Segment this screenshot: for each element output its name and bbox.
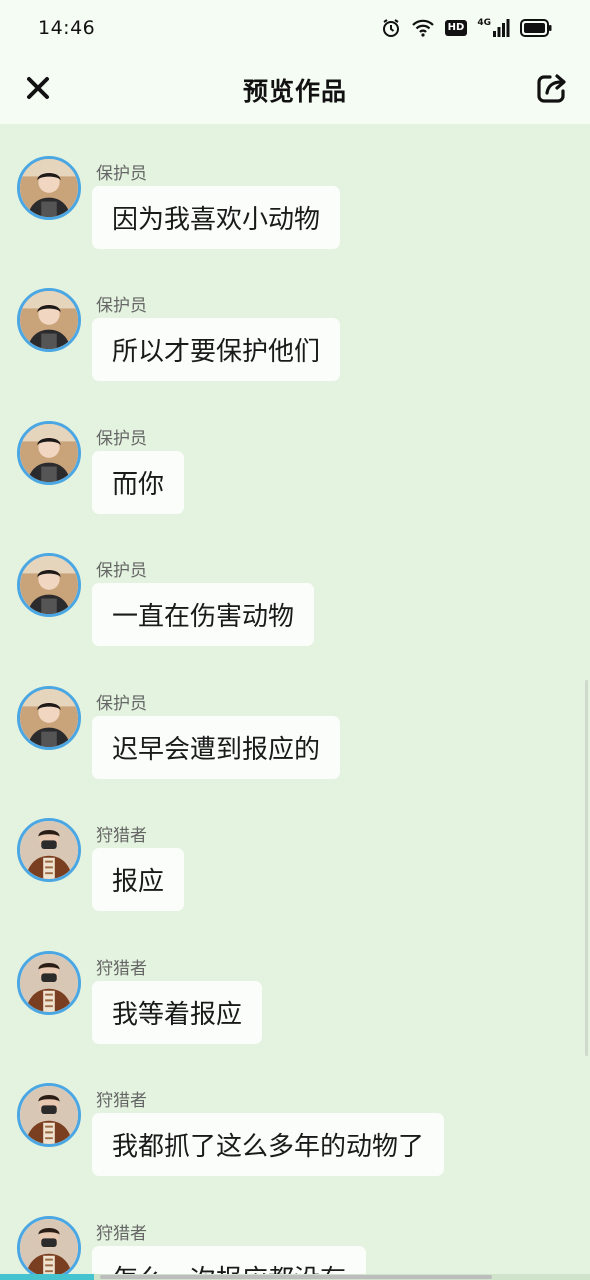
close-button[interactable] — [18, 70, 58, 110]
message-item: 狩猎者 报应 — [0, 818, 590, 938]
chat-list[interactable]: 保护员 因为我喜欢小动物 保护员 所以才要保护他们 保护员 而你 保护员 一直在… — [0, 124, 590, 1280]
message-item: 狩猎者 我都抓了这么多年的动物了 — [0, 1083, 590, 1203]
message-bubble[interactable]: 而你 — [92, 451, 185, 514]
top-bar: 预览作品 — [0, 56, 590, 124]
playback-progress — [0, 1274, 95, 1280]
wifi-icon — [411, 18, 435, 38]
message-item: 保护员 迟早会遭到报应的 — [0, 686, 590, 806]
guardian-avatar — [17, 553, 81, 617]
sender-name: 保护员 — [96, 429, 147, 449]
sender-name: 狩猎者 — [96, 959, 147, 979]
close-icon — [25, 75, 51, 105]
sender-name: 狩猎者 — [96, 1091, 147, 1111]
message-item: 保护员 因为我喜欢小动物 — [0, 156, 590, 276]
guardian-avatar — [17, 156, 81, 220]
status-time: 14:46 — [38, 17, 96, 39]
sender-name: 保护员 — [96, 164, 147, 184]
message-bubble[interactable]: 因为我喜欢小动物 — [92, 186, 341, 249]
message-item: 狩猎者 怎么一次报应都没有 — [0, 1216, 590, 1280]
sender-name: 狩猎者 — [96, 826, 147, 846]
hunter-avatar — [17, 818, 81, 882]
message-bubble[interactable]: 迟早会遭到报应的 — [92, 716, 341, 779]
status-icons: HD 4G — [381, 18, 552, 38]
hunter-avatar — [17, 1216, 81, 1280]
sender-name: 保护员 — [96, 561, 147, 581]
message-item: 保护员 一直在伤害动物 — [0, 553, 590, 673]
hd-badge: HD — [444, 20, 468, 36]
home-indicator[interactable] — [100, 1275, 492, 1279]
alarm-icon — [381, 18, 401, 38]
message-bubble[interactable]: 所以才要保护他们 — [92, 318, 341, 381]
sender-name: 保护员 — [96, 694, 147, 714]
message-bubble[interactable]: 我等着报应 — [92, 981, 263, 1044]
hunter-avatar — [17, 951, 81, 1015]
message-bubble[interactable]: 报应 — [92, 848, 185, 911]
guardian-avatar — [17, 686, 81, 750]
vertical-scrollbar[interactable] — [585, 680, 588, 1056]
message-bubble[interactable]: 一直在伤害动物 — [92, 583, 315, 646]
message-item: 狩猎者 我等着报应 — [0, 951, 590, 1071]
message-item: 保护员 所以才要保护他们 — [0, 288, 590, 408]
hunter-avatar — [17, 1083, 81, 1147]
message-item: 保护员 而你 — [0, 421, 590, 541]
guardian-avatar — [17, 421, 81, 485]
status-bar: 14:46 HD 4G — [0, 0, 590, 56]
message-bubble[interactable]: 我都抓了这么多年的动物了 — [92, 1113, 445, 1176]
share-button[interactable] — [530, 68, 574, 112]
guardian-avatar — [17, 288, 81, 352]
sender-name: 保护员 — [96, 296, 147, 316]
signal-4g-icon: 4G — [477, 19, 510, 37]
sender-name: 狩猎者 — [96, 1224, 147, 1244]
battery-icon — [520, 19, 552, 37]
network-type-label: 4G — [477, 18, 491, 28]
page-title: 预览作品 — [242, 77, 347, 106]
share-icon — [535, 71, 569, 109]
